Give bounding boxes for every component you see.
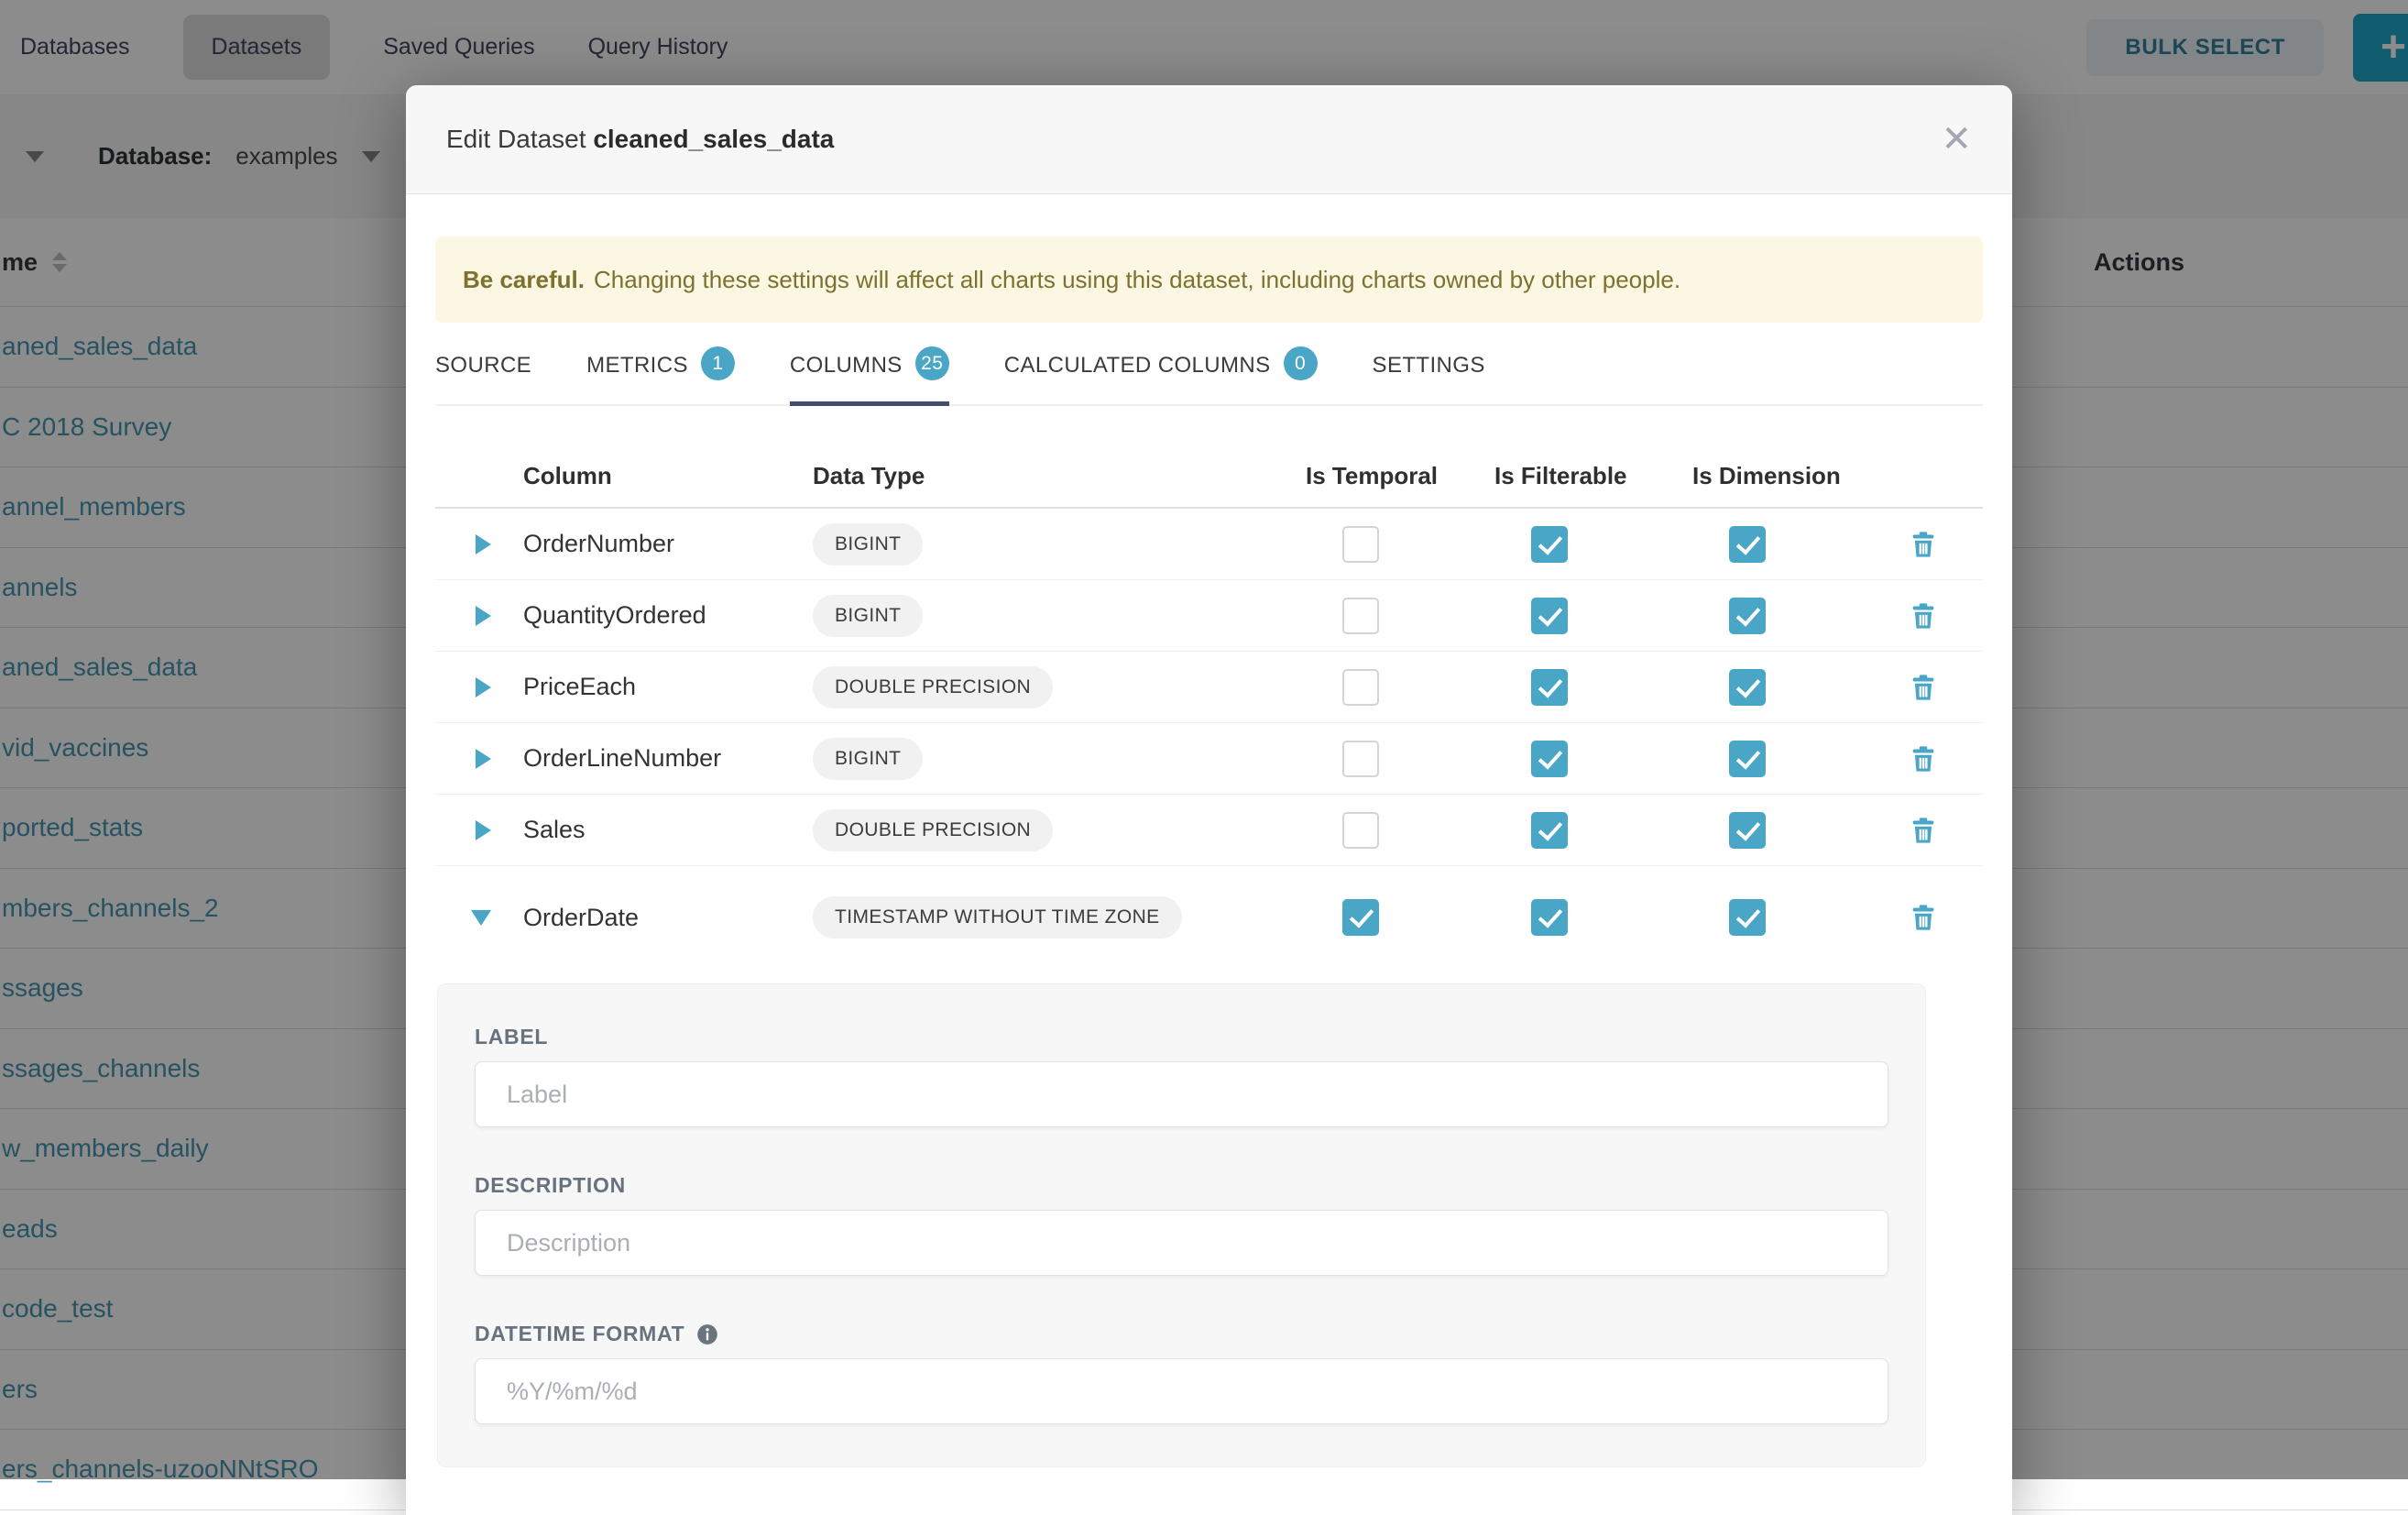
close-icon[interactable]: ✕ — [1941, 121, 1972, 158]
expand-column-toggle[interactable] — [435, 534, 499, 554]
delete-column-button[interactable] — [1863, 672, 1983, 703]
trash-icon — [1908, 902, 1939, 933]
column-row-orderlinenumber: OrderLineNumber BIGINT — [435, 723, 1983, 795]
checkbox-is-dimension[interactable] — [1729, 812, 1766, 849]
checkbox-is-filterable[interactable] — [1531, 741, 1568, 777]
columns-table-header: Column Data Type Is Temporal Is Filterab… — [435, 406, 1983, 509]
column-name: PriceEach — [499, 673, 793, 701]
tab-source[interactable]: SOURCE — [435, 353, 531, 404]
tab-label: METRICS — [586, 353, 688, 404]
trash-icon — [1908, 743, 1939, 774]
column-name: OrderDate — [499, 904, 793, 932]
modal-title: Edit Dataset cleaned_sales_data — [446, 125, 834, 154]
column-detail-panel: LABEL DESCRIPTION DATETIME FORMAT — [437, 983, 1926, 1467]
delete-column-button[interactable] — [1863, 815, 1983, 846]
column-name: OrderNumber — [499, 530, 793, 558]
tab-settings[interactable]: SETTINGS — [1373, 353, 1485, 404]
checkbox-is-dimension[interactable] — [1729, 598, 1766, 634]
tab-calculated-columns[interactable]: CALCULATED COLUMNS0 — [1004, 353, 1318, 404]
checkbox-is-temporal[interactable] — [1342, 899, 1379, 936]
checkbox-is-dimension[interactable] — [1729, 899, 1766, 936]
checkbox-is-filterable[interactable] — [1531, 526, 1568, 563]
info-icon[interactable] — [695, 1323, 719, 1346]
tab-count-badge: 25 — [915, 346, 949, 380]
label-field-heading: LABEL — [475, 1025, 1888, 1049]
data-type-pill: BIGINT — [813, 738, 923, 780]
expand-column-toggle[interactable] — [435, 910, 499, 926]
checkbox-is-temporal[interactable] — [1342, 669, 1379, 706]
tab-metrics[interactable]: METRICS1 — [586, 353, 735, 404]
tab-label: SOURCE — [435, 353, 531, 404]
data-type-pill: BIGINT — [813, 595, 923, 637]
trash-icon — [1908, 815, 1939, 846]
edit-dataset-modal: Edit Dataset cleaned_sales_data ✕ Be car… — [406, 85, 2012, 1515]
modal-tabs: SOURCE METRICS1 COLUMNS25 CALCULATED COLUMN… — [435, 353, 1983, 406]
delete-column-button[interactable] — [1863, 600, 1983, 631]
column-name: Sales — [499, 816, 793, 844]
column-row-quantityordered: QuantityOrdered BIGINT — [435, 580, 1983, 652]
tab-label: CALCULATED COLUMNS — [1004, 353, 1271, 404]
column-row-sales: Sales DOUBLE PRECISION — [435, 795, 1983, 866]
checkbox-is-temporal[interactable] — [1342, 598, 1379, 634]
tab-count-badge: 0 — [1284, 346, 1318, 380]
caret-right-icon — [476, 820, 491, 840]
modal-title-dataset-name: cleaned_sales_data — [593, 125, 834, 153]
column-row-priceeach: PriceEach DOUBLE PRECISION — [435, 652, 1983, 723]
delete-column-button[interactable] — [1863, 902, 1983, 933]
delete-column-button[interactable] — [1863, 743, 1983, 774]
label-input[interactable] — [475, 1061, 1888, 1127]
trash-icon — [1908, 600, 1939, 631]
caret-right-icon — [476, 606, 491, 626]
checkbox-is-temporal[interactable] — [1342, 526, 1379, 563]
column-row-orderdate: OrderDate TIMESTAMP WITHOUT TIME ZONE — [435, 866, 1983, 969]
checkbox-is-filterable[interactable] — [1531, 669, 1568, 706]
checkbox-is-filterable[interactable] — [1531, 899, 1568, 936]
checkbox-is-dimension[interactable] — [1729, 669, 1766, 706]
caret-right-icon — [476, 677, 491, 697]
data-type-pill: TIMESTAMP WITHOUT TIME ZONE — [813, 896, 1182, 939]
checkbox-is-temporal[interactable] — [1342, 812, 1379, 849]
expand-column-toggle[interactable] — [435, 677, 499, 697]
checkbox-is-dimension[interactable] — [1729, 741, 1766, 777]
delete-column-button[interactable] — [1863, 529, 1983, 560]
warning-banner: Be careful. Changing these settings will… — [435, 236, 1983, 323]
columns-table: Column Data Type Is Temporal Is Filterab… — [435, 406, 1983, 969]
checkbox-is-filterable[interactable] — [1531, 812, 1568, 849]
column-name: QuantityOrdered — [499, 601, 793, 630]
datetime-format-input[interactable] — [475, 1358, 1888, 1424]
tab-label: SETTINGS — [1373, 353, 1485, 404]
description-input[interactable] — [475, 1210, 1888, 1276]
trash-icon — [1908, 529, 1939, 560]
caret-right-icon — [476, 749, 491, 769]
checkbox-is-dimension[interactable] — [1729, 526, 1766, 563]
tab-label: COLUMNS — [790, 353, 903, 404]
checkbox-is-temporal[interactable] — [1342, 741, 1379, 777]
description-field-heading: DESCRIPTION — [475, 1173, 1888, 1198]
caret-down-icon — [471, 910, 491, 926]
data-type-pill: DOUBLE PRECISION — [813, 809, 1053, 851]
expand-column-toggle[interactable] — [435, 749, 499, 769]
caret-right-icon — [476, 534, 491, 554]
checkbox-is-filterable[interactable] — [1531, 598, 1568, 634]
tab-columns[interactable]: COLUMNS25 — [790, 353, 949, 404]
column-row-ordernumber: OrderNumber BIGINT — [435, 509, 1983, 580]
data-type-pill: DOUBLE PRECISION — [813, 666, 1053, 708]
trash-icon — [1908, 672, 1939, 703]
expand-column-toggle[interactable] — [435, 606, 499, 626]
column-name: OrderLineNumber — [499, 744, 793, 773]
expand-column-toggle[interactable] — [435, 820, 499, 840]
modal-header: Edit Dataset cleaned_sales_data ✕ — [406, 85, 2012, 194]
tab-count-badge: 1 — [701, 346, 735, 380]
data-type-pill: BIGINT — [813, 523, 923, 565]
datetime-format-field-heading: DATETIME FORMAT — [475, 1322, 1888, 1346]
